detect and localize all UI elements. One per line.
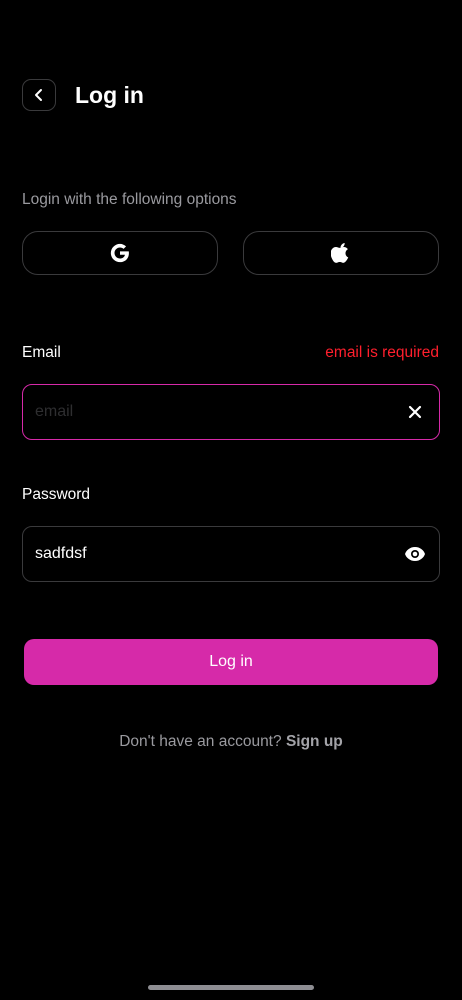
email-input[interactable]	[35, 403, 403, 421]
password-label: Password	[22, 486, 91, 503]
google-icon	[110, 243, 129, 263]
signup-row: Don't have an account? Sign up	[0, 732, 462, 752]
social-login-label: Login with the following options	[22, 191, 237, 208]
toggle-password-visibility-button[interactable]	[403, 542, 427, 566]
password-input[interactable]	[35, 545, 403, 563]
signup-link[interactable]: Sign up	[286, 733, 343, 750]
apple-icon	[331, 243, 349, 263]
page-title: Log in	[75, 82, 144, 108]
signup-prompt: Don't have an account?	[119, 733, 282, 750]
email-field-container	[22, 384, 440, 440]
email-label: Email	[22, 344, 61, 361]
login-screen: Log in Login with the following options …	[0, 0, 462, 1000]
close-icon	[408, 405, 422, 419]
home-indicator	[148, 985, 314, 990]
password-field-container	[22, 526, 440, 582]
back-button[interactable]	[22, 79, 56, 111]
chevron-left-icon	[35, 89, 42, 101]
apple-login-button[interactable]	[243, 231, 439, 275]
clear-email-button[interactable]	[403, 400, 427, 424]
google-login-button[interactable]	[22, 231, 218, 275]
email-error-message: email is required	[325, 344, 439, 361]
eye-icon	[405, 547, 425, 561]
login-button[interactable]: Log in	[24, 639, 438, 685]
